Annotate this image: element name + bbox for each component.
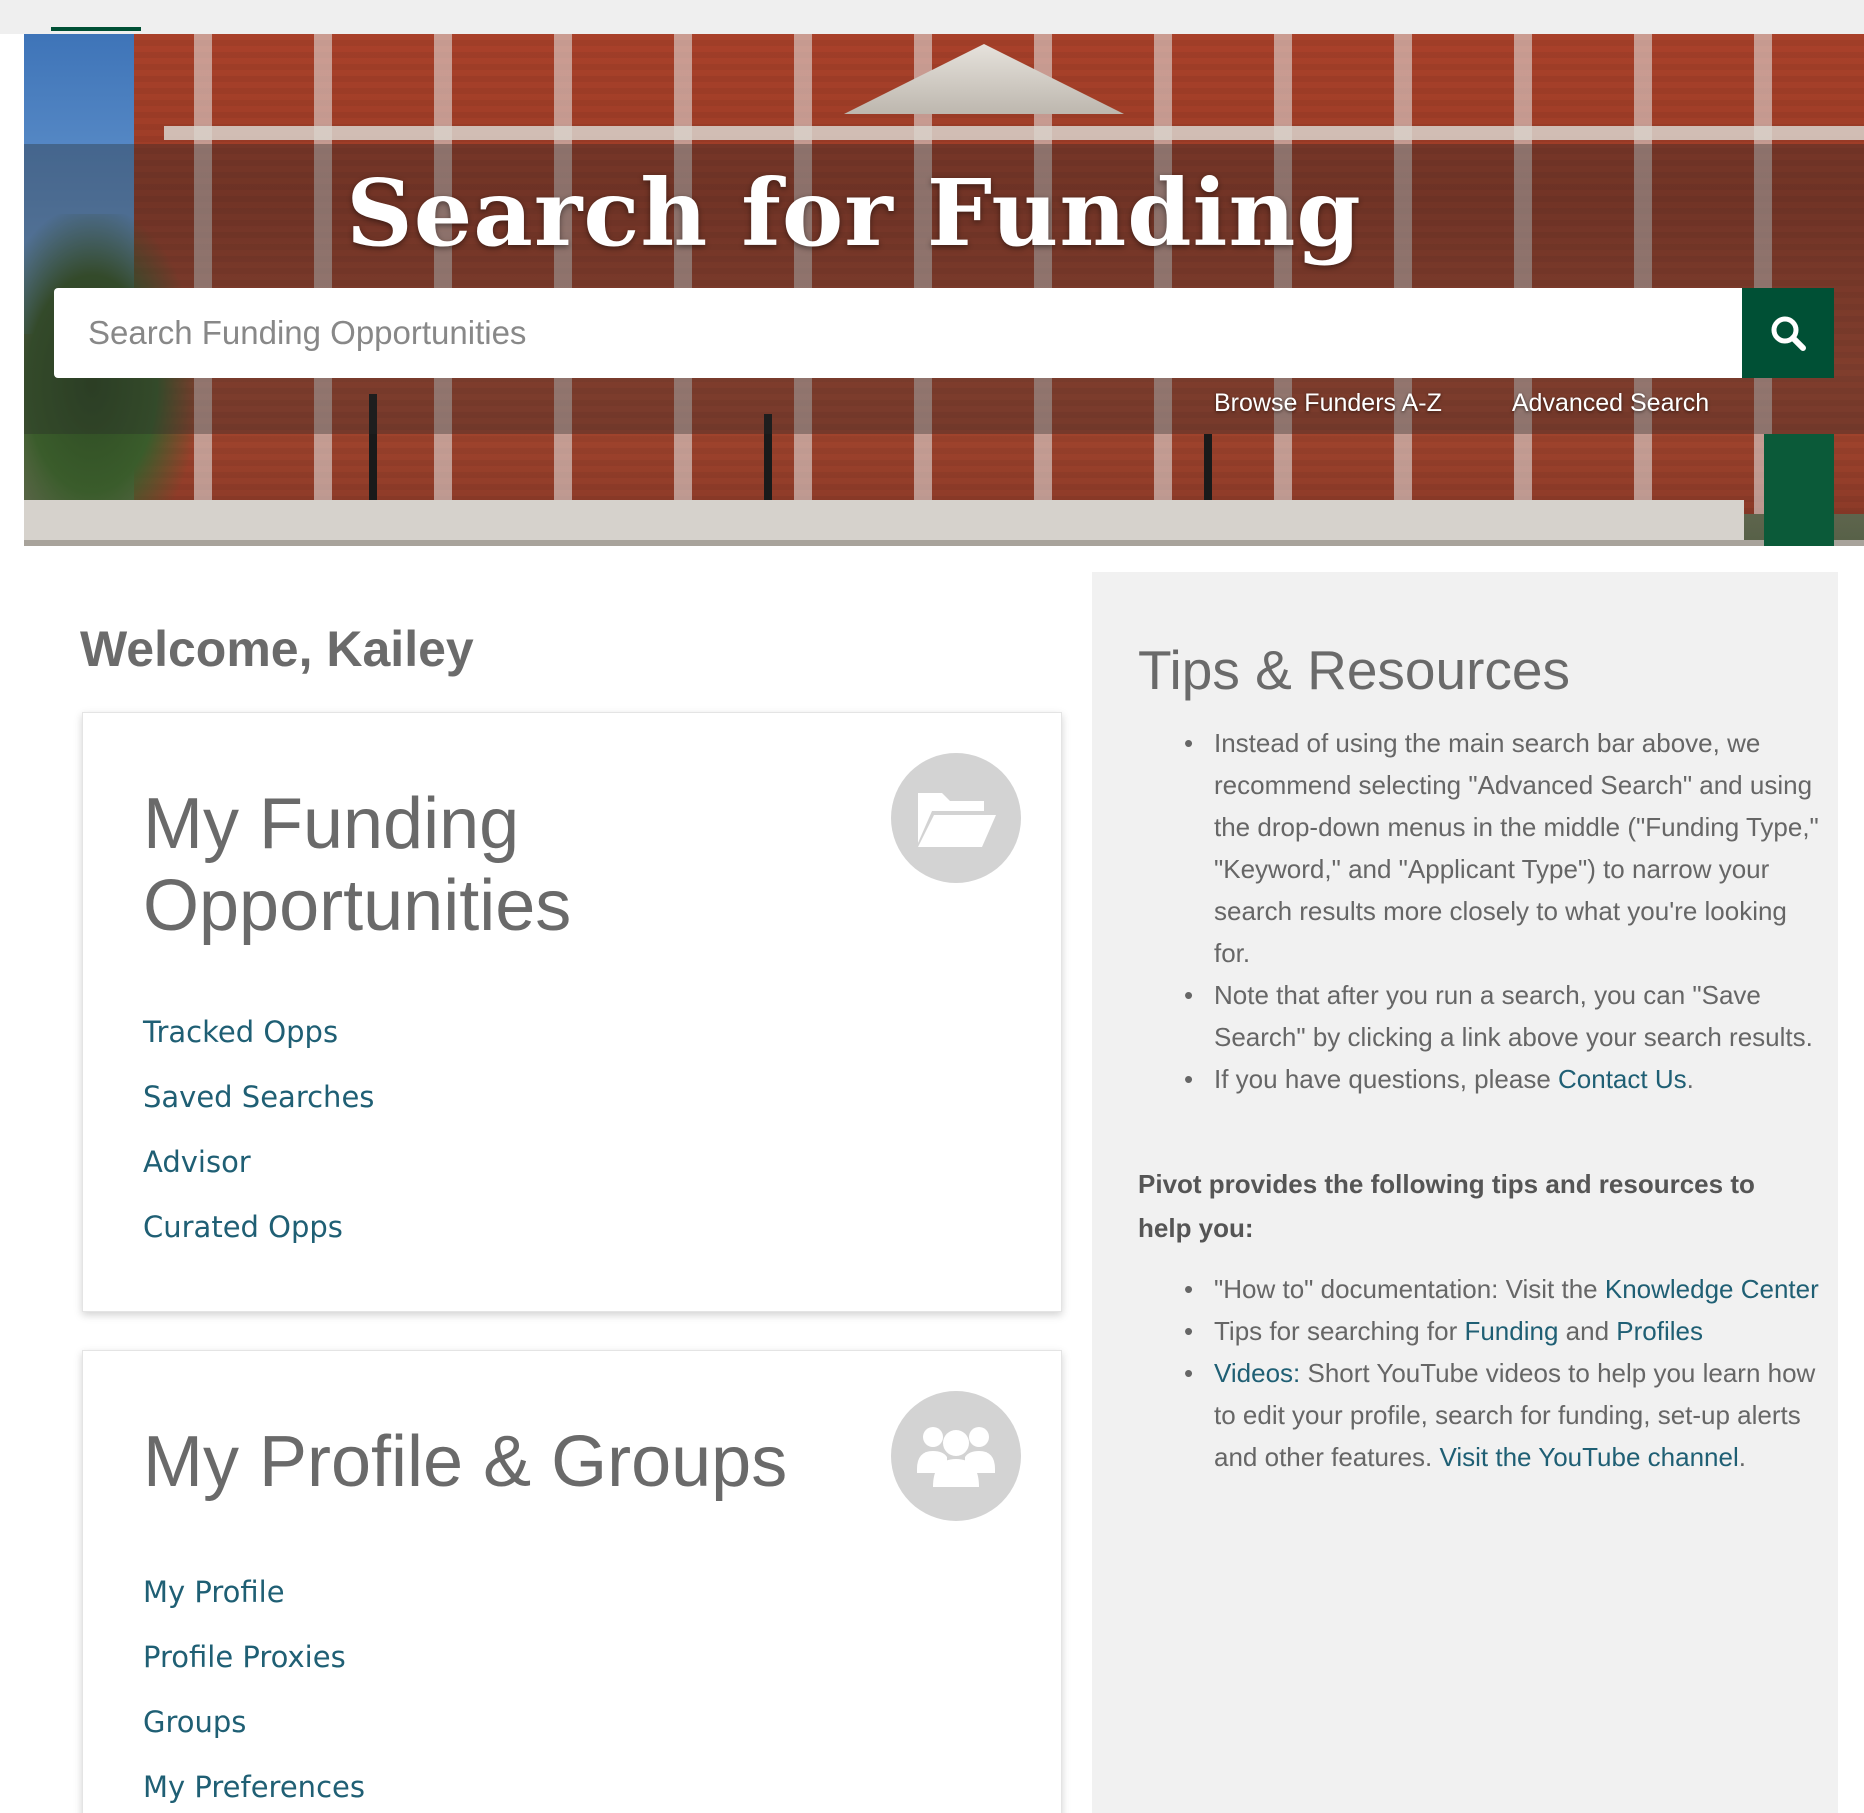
profiles-tips-link[interactable]: Profiles (1616, 1316, 1703, 1346)
funding-links: Tracked Opps Saved Searches Advisor Cura… (143, 1015, 374, 1275)
tips-list: Instead of using the main search bar abo… (1184, 722, 1824, 1100)
hero-cornice (164, 126, 1864, 140)
curated-opps-link[interactable]: Curated Opps (143, 1210, 343, 1244)
resource-text: Tips for searching for (1214, 1316, 1465, 1346)
page-title: Search for Funding (346, 159, 1362, 267)
campus-banner (1764, 434, 1834, 546)
resource-text: and (1558, 1316, 1617, 1346)
search-button[interactable] (1742, 288, 1834, 378)
hero-links: Browse Funders A-Z Advanced Search (1214, 389, 1709, 418)
search-input[interactable] (54, 288, 1742, 378)
search-icon (1771, 316, 1806, 351)
profile-links: My Profile Profile Proxies Groups My Pre… (143, 1575, 365, 1813)
users-icon (891, 1391, 1021, 1521)
list-item: Saved Searches (143, 1080, 374, 1145)
my-preferences-link[interactable]: My Preferences (143, 1770, 365, 1804)
tip-item: Instead of using the main search bar abo… (1184, 722, 1824, 974)
resource-text: "How to" documentation: Visit the (1214, 1274, 1605, 1304)
tips-heading: Tips & Resources (1138, 639, 1570, 701)
list-item: My Profile (143, 1575, 365, 1640)
list-item: My Preferences (143, 1770, 365, 1813)
list-item: Tracked Opps (143, 1015, 374, 1080)
advisor-link[interactable]: Advisor (143, 1145, 251, 1179)
card-title: My Funding Opportunities (143, 783, 571, 947)
tracked-opps-link[interactable]: Tracked Opps (143, 1015, 338, 1049)
welcome-heading: Welcome, Kailey (80, 621, 474, 677)
resource-item: Videos: Short YouTube videos to help you… (1184, 1352, 1824, 1478)
my-profile-link[interactable]: My Profile (143, 1575, 285, 1609)
active-tab-indicator (51, 27, 141, 31)
list-item: Advisor (143, 1145, 374, 1210)
saved-searches-link[interactable]: Saved Searches (143, 1080, 374, 1114)
youtube-channel-link[interactable]: Visit the YouTube channel (1439, 1442, 1738, 1472)
pivot-intro: Pivot provides the following tips and re… (1138, 1169, 1755, 1243)
hero-banner: Search for Funding Browse Funders A-Z Ad… (24, 34, 1864, 546)
my-funding-card: My Funding Opportunities Tracked Opps Sa… (82, 712, 1062, 1312)
my-profile-card: My Profile & Groups My Profile Profile P… (82, 1350, 1062, 1813)
advanced-search-link[interactable]: Advanced Search (1512, 389, 1709, 418)
resource-text: . (1738, 1442, 1746, 1472)
list-item: Groups (143, 1705, 365, 1770)
hero-wall-shadow (24, 540, 1864, 546)
card-title-line: My Funding (143, 784, 520, 864)
tips-panel: Tips & Resources Instead of using the ma… (1092, 572, 1838, 1813)
search-bar (54, 288, 1834, 378)
knowledge-center-link[interactable]: Knowledge Center (1605, 1274, 1819, 1304)
tip-text: If you have questions, please (1214, 1064, 1559, 1094)
resource-item: "How to" documentation: Visit the Knowle… (1184, 1268, 1824, 1310)
browse-funders-link[interactable]: Browse Funders A-Z (1214, 389, 1442, 418)
list-item: Profile Proxies (143, 1640, 365, 1705)
groups-link[interactable]: Groups (143, 1705, 246, 1739)
tip-item: If you have questions, please Contact Us… (1184, 1058, 1824, 1100)
resource-item: Tips for searching for Funding and Profi… (1184, 1310, 1824, 1352)
card-title: My Profile & Groups (143, 1422, 788, 1502)
tip-text: . (1686, 1064, 1694, 1094)
videos-link[interactable]: Videos: (1214, 1358, 1300, 1388)
top-strip (0, 0, 1864, 34)
funding-tips-link[interactable]: Funding (1464, 1316, 1558, 1346)
contact-us-link[interactable]: Contact Us (1558, 1064, 1687, 1094)
profile-proxies-link[interactable]: Profile Proxies (143, 1640, 346, 1674)
card-title-line: Opportunities (143, 866, 572, 946)
list-item: Curated Opps (143, 1210, 374, 1275)
resources-list: "How to" documentation: Visit the Knowle… (1184, 1268, 1824, 1478)
tip-item: Note that after you run a search, you ca… (1184, 974, 1824, 1058)
folder-open-icon (891, 753, 1021, 883)
